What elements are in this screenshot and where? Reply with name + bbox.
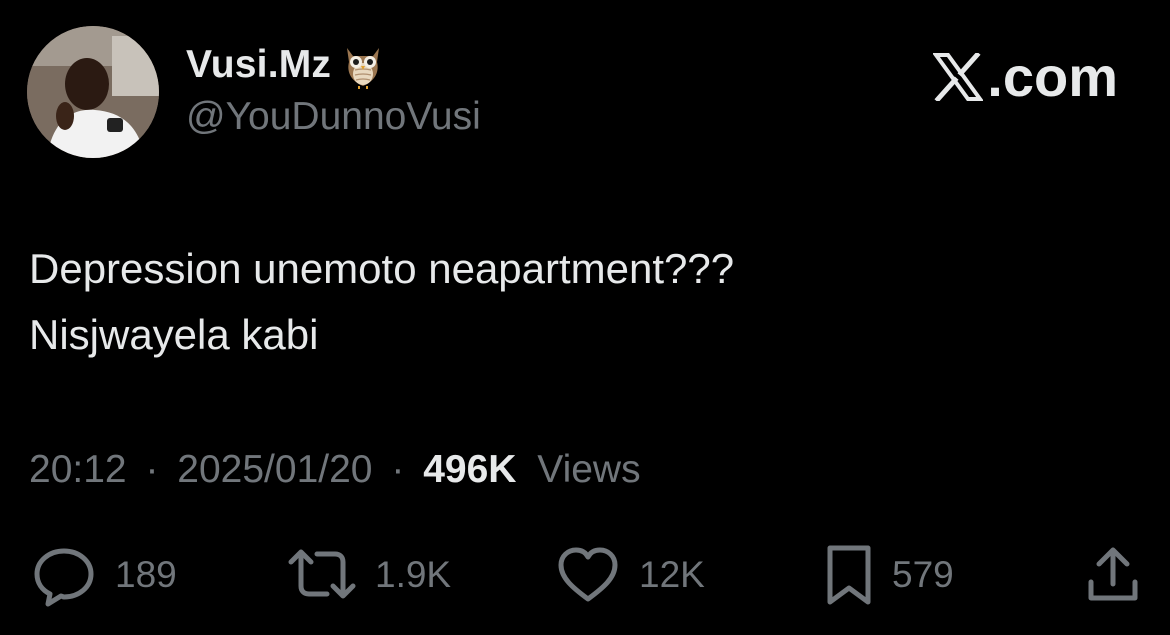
like-count: 12K: [639, 554, 705, 595]
display-name[interactable]: Vusi.Mz: [186, 43, 331, 87]
avatar[interactable]: [27, 26, 159, 158]
bookmark-count: 579: [892, 554, 954, 595]
bookmark-icon: [827, 545, 871, 605]
x-logo-icon: [933, 52, 984, 101]
share-button[interactable]: [1083, 540, 1143, 610]
reply-count: 189: [115, 554, 177, 595]
tweet-line: Depression unemoto neapartment???: [29, 245, 735, 292]
repost-icon: [288, 549, 356, 599]
author-name-row: Vusi.Mz: [186, 40, 385, 90]
heart-icon: [558, 547, 618, 602]
repost-button[interactable]: 1.9K: [287, 540, 451, 610]
meta-separator: ·: [145, 448, 159, 491]
repost-count: 1.9K: [375, 554, 452, 595]
reply-button[interactable]: 189: [31, 540, 177, 610]
author-handle[interactable]: @YouDunnoVusi: [186, 95, 481, 139]
tweet-time[interactable]: 20:12: [29, 448, 127, 491]
tweet-meta: 20:12 · 2025/01/20 · 496K Views: [29, 448, 641, 492]
views-count[interactable]: 496K: [423, 448, 516, 491]
action-bar: 189 1.9K 12K 579: [0, 540, 1170, 610]
brand-watermark: .com: [933, 44, 1118, 109]
tweet-date[interactable]: 2025/01/20: [177, 448, 372, 491]
brand-label: .com: [987, 45, 1118, 108]
tweet-text: Depression unemoto neapartment??? Nisjwa…: [29, 236, 734, 368]
tweet-line: Nisjwayela kabi: [29, 311, 319, 358]
reply-icon: [34, 548, 94, 607]
like-button[interactable]: 12K: [555, 540, 705, 610]
avatar-photo: [27, 26, 159, 158]
meta-separator: ·: [391, 448, 405, 491]
share-icon: [1088, 547, 1138, 601]
bookmark-button[interactable]: 579: [824, 540, 954, 610]
owl-emoji-icon: [341, 40, 385, 90]
views-label: Views: [537, 448, 641, 491]
